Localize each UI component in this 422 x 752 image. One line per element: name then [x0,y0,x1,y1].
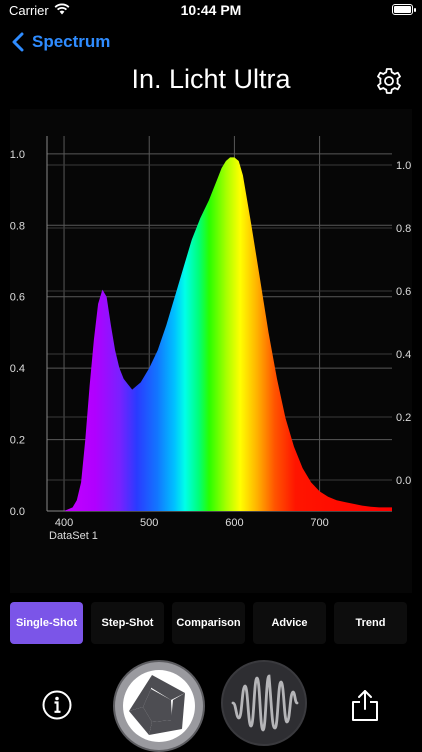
spectrum-chart: 400 500 600 700 0.00.20.40.60.81.0 0.00.20.… [10,136,411,542]
tab-advice[interactable]: Advice [253,602,326,644]
mode-tabs: Single-Shot Step-Shot Comparison Advice … [10,602,412,646]
y-right-tick-label: 0.2 [396,412,411,424]
tab-trend[interactable]: Trend [334,602,407,644]
aperture-icon [123,670,195,742]
tab-single-shot[interactable]: Single-Shot [10,602,83,644]
x-tick-label: 500 [140,517,158,529]
spectrum-area [47,157,392,511]
dataset-label: DataSet 1 [49,530,98,542]
info-icon[interactable] [42,690,72,720]
x-tick-label: 600 [225,517,243,529]
battery-icon [392,4,416,15]
y-right-tick-label: 1.0 [396,160,411,172]
status-bar: Carrier 10:44 PM [0,0,422,22]
bottom-toolbar [0,658,422,752]
y-left-tick-label: 1.0 [10,149,25,161]
y-left-tick-label: 0.4 [10,363,25,375]
waveform-icon [231,674,299,732]
y-left-tick-label: 0.8 [10,220,25,232]
chevron-left-icon [12,32,24,52]
x-tick-label: 400 [55,517,73,529]
x-axis-labels: 400 500 600 700 [55,517,329,529]
back-button[interactable]: Spectrum [12,28,110,56]
tab-comparison[interactable]: Comparison [172,602,245,644]
y-axis-left-labels: 0.0 0.2 0.4 0.6 0.8 1.0 [10,149,25,518]
spectrum-chart-panel: 400 500 600 700 0.0 0.2 0.4 0.6 0.8 1.0 0.0 0.2 0.… [10,109,412,593]
y-right-tick-label: 0.8 [396,223,411,235]
status-time: 10:44 PM [180,2,242,18]
y-right-tick-label: 0.0 [396,475,411,487]
page-title: In. Licht Ultra [131,64,291,94]
waveform-button[interactable] [221,660,307,746]
y-left-tick-label: 0.2 [10,435,25,447]
tab-step-shot[interactable]: Step-Shot [91,602,164,644]
capture-button[interactable] [113,660,205,752]
y-axis-right-labels: 0.0 0.2 0.4 0.6 0.8 1.0 [396,160,411,487]
x-tick-label: 700 [310,517,328,529]
back-button-label: Spectrum [32,32,111,51]
y-right-tick-label: 0.6 [396,286,411,298]
gear-icon[interactable] [374,66,404,96]
y-left-tick-label: 0.6 [10,292,25,304]
y-left-tick-label: 0.0 [10,506,25,518]
share-icon[interactable] [348,688,382,722]
y-right-tick-label: 0.4 [396,349,411,361]
